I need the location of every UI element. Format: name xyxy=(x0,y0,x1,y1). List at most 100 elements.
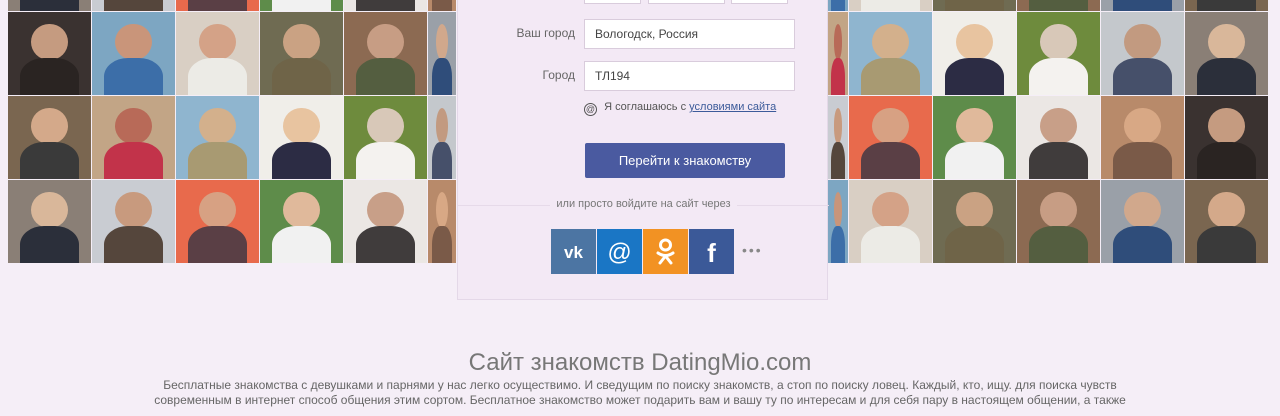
member-photo[interactable] xyxy=(176,96,259,179)
birth-day-select[interactable] xyxy=(584,0,641,4)
city-input[interactable]: Вологодск, Россия xyxy=(584,19,795,49)
city-label: Ваш город xyxy=(516,26,575,40)
member-photo-body xyxy=(103,0,164,11)
member-photo[interactable] xyxy=(933,96,1016,179)
member-photo-face xyxy=(956,107,993,145)
submit-button[interactable]: Перейти к знакомству xyxy=(585,143,785,178)
member-photo-face xyxy=(435,191,449,229)
svg-text:@: @ xyxy=(607,239,631,266)
more-social-button[interactable]: ••• xyxy=(742,242,763,258)
member-photo[interactable] xyxy=(1101,96,1184,179)
member-photo[interactable] xyxy=(8,0,91,11)
member-photo[interactable] xyxy=(1017,180,1100,263)
member-photo[interactable] xyxy=(344,12,427,95)
member-photo[interactable] xyxy=(344,0,427,11)
member-photo-face xyxy=(1208,191,1245,229)
member-photo[interactable] xyxy=(428,0,456,11)
member-photo[interactable] xyxy=(344,96,427,179)
member-photo[interactable] xyxy=(933,12,1016,95)
member-photo-face xyxy=(1124,107,1161,145)
svg-text:f: f xyxy=(707,238,716,268)
birth-month-select[interactable] xyxy=(648,0,725,4)
member-photo[interactable] xyxy=(8,12,91,95)
member-photo[interactable] xyxy=(849,12,932,95)
member-photo-body xyxy=(830,0,846,11)
captcha-row: Город ТЛ194 xyxy=(458,61,829,91)
member-photo[interactable] xyxy=(1185,0,1268,11)
member-photo[interactable] xyxy=(1101,0,1184,11)
captcha-label: Город xyxy=(542,68,575,82)
member-photo[interactable] xyxy=(176,12,259,95)
member-photo[interactable] xyxy=(260,96,343,179)
member-photo[interactable] xyxy=(8,180,91,263)
member-photo[interactable] xyxy=(260,180,343,263)
member-photo[interactable] xyxy=(828,96,848,179)
member-photo-body xyxy=(187,142,248,179)
member-photo-face xyxy=(115,23,152,61)
member-photo-body xyxy=(19,58,80,95)
member-photo-face xyxy=(115,191,152,229)
member-photo-face xyxy=(833,23,843,61)
odnoklassniki-login-button[interactable] xyxy=(643,229,688,274)
member-photo-face xyxy=(872,191,909,229)
member-photo[interactable] xyxy=(92,96,175,179)
member-photo-body xyxy=(830,142,846,179)
captcha-input[interactable]: ТЛ194 xyxy=(584,61,795,91)
member-photo[interactable] xyxy=(92,12,175,95)
member-photo-face xyxy=(31,23,68,61)
member-photo[interactable] xyxy=(849,0,932,11)
member-photo[interactable] xyxy=(1185,12,1268,95)
member-photo[interactable] xyxy=(1017,96,1100,179)
facebook-login-button[interactable]: f xyxy=(689,229,734,274)
member-photo[interactable] xyxy=(1017,12,1100,95)
member-photo[interactable] xyxy=(344,180,427,263)
member-photo[interactable] xyxy=(8,96,91,179)
agree-checkbox[interactable]: @ xyxy=(584,103,597,116)
member-photo-body xyxy=(271,58,332,95)
member-photo-body xyxy=(1196,0,1257,11)
member-photo[interactable] xyxy=(260,0,343,11)
member-photo-face xyxy=(1208,107,1245,145)
member-photo[interactable] xyxy=(260,12,343,95)
member-photo[interactable] xyxy=(849,96,932,179)
member-photo-body xyxy=(271,0,332,11)
member-photo-body xyxy=(355,142,416,179)
member-photo-face xyxy=(199,191,236,229)
member-photo-face xyxy=(435,23,449,61)
member-photo[interactable] xyxy=(428,180,456,263)
member-photo-body xyxy=(860,142,921,179)
member-photo[interactable] xyxy=(1185,96,1268,179)
member-photo[interactable] xyxy=(1101,180,1184,263)
member-photo[interactable] xyxy=(176,180,259,263)
member-photo-face xyxy=(1040,107,1077,145)
member-photo-body xyxy=(431,226,453,263)
member-photo[interactable] xyxy=(828,12,848,95)
member-photo-face xyxy=(367,191,404,229)
member-photo[interactable] xyxy=(1185,180,1268,263)
member-photo[interactable] xyxy=(1017,0,1100,11)
member-photo-face xyxy=(1040,191,1077,229)
terms-link[interactable]: условиями сайта xyxy=(689,101,776,113)
member-photo-body xyxy=(860,0,921,11)
member-photo[interactable] xyxy=(828,0,848,11)
birth-year-select[interactable] xyxy=(731,0,788,4)
member-photo[interactable] xyxy=(849,180,932,263)
member-photo-face xyxy=(283,23,320,61)
member-photo-body xyxy=(1028,226,1089,263)
member-photo[interactable] xyxy=(933,180,1016,263)
member-photo-body xyxy=(271,142,332,179)
site-title: Сайт знакомств DatingMio.com xyxy=(468,349,812,376)
member-photo-body xyxy=(1028,142,1089,179)
member-photo[interactable] xyxy=(176,0,259,11)
member-photo[interactable] xyxy=(933,0,1016,11)
member-photo[interactable] xyxy=(828,180,848,263)
member-photo[interactable] xyxy=(428,96,456,179)
member-photo[interactable] xyxy=(92,180,175,263)
member-photo[interactable] xyxy=(1101,12,1184,95)
vk-login-button[interactable]: vk xyxy=(551,229,596,274)
member-photo-body xyxy=(860,226,921,263)
member-photo[interactable] xyxy=(92,0,175,11)
mail-login-button[interactable]: @ xyxy=(597,229,642,274)
member-photo[interactable] xyxy=(428,12,456,95)
member-photo-face xyxy=(31,107,68,145)
